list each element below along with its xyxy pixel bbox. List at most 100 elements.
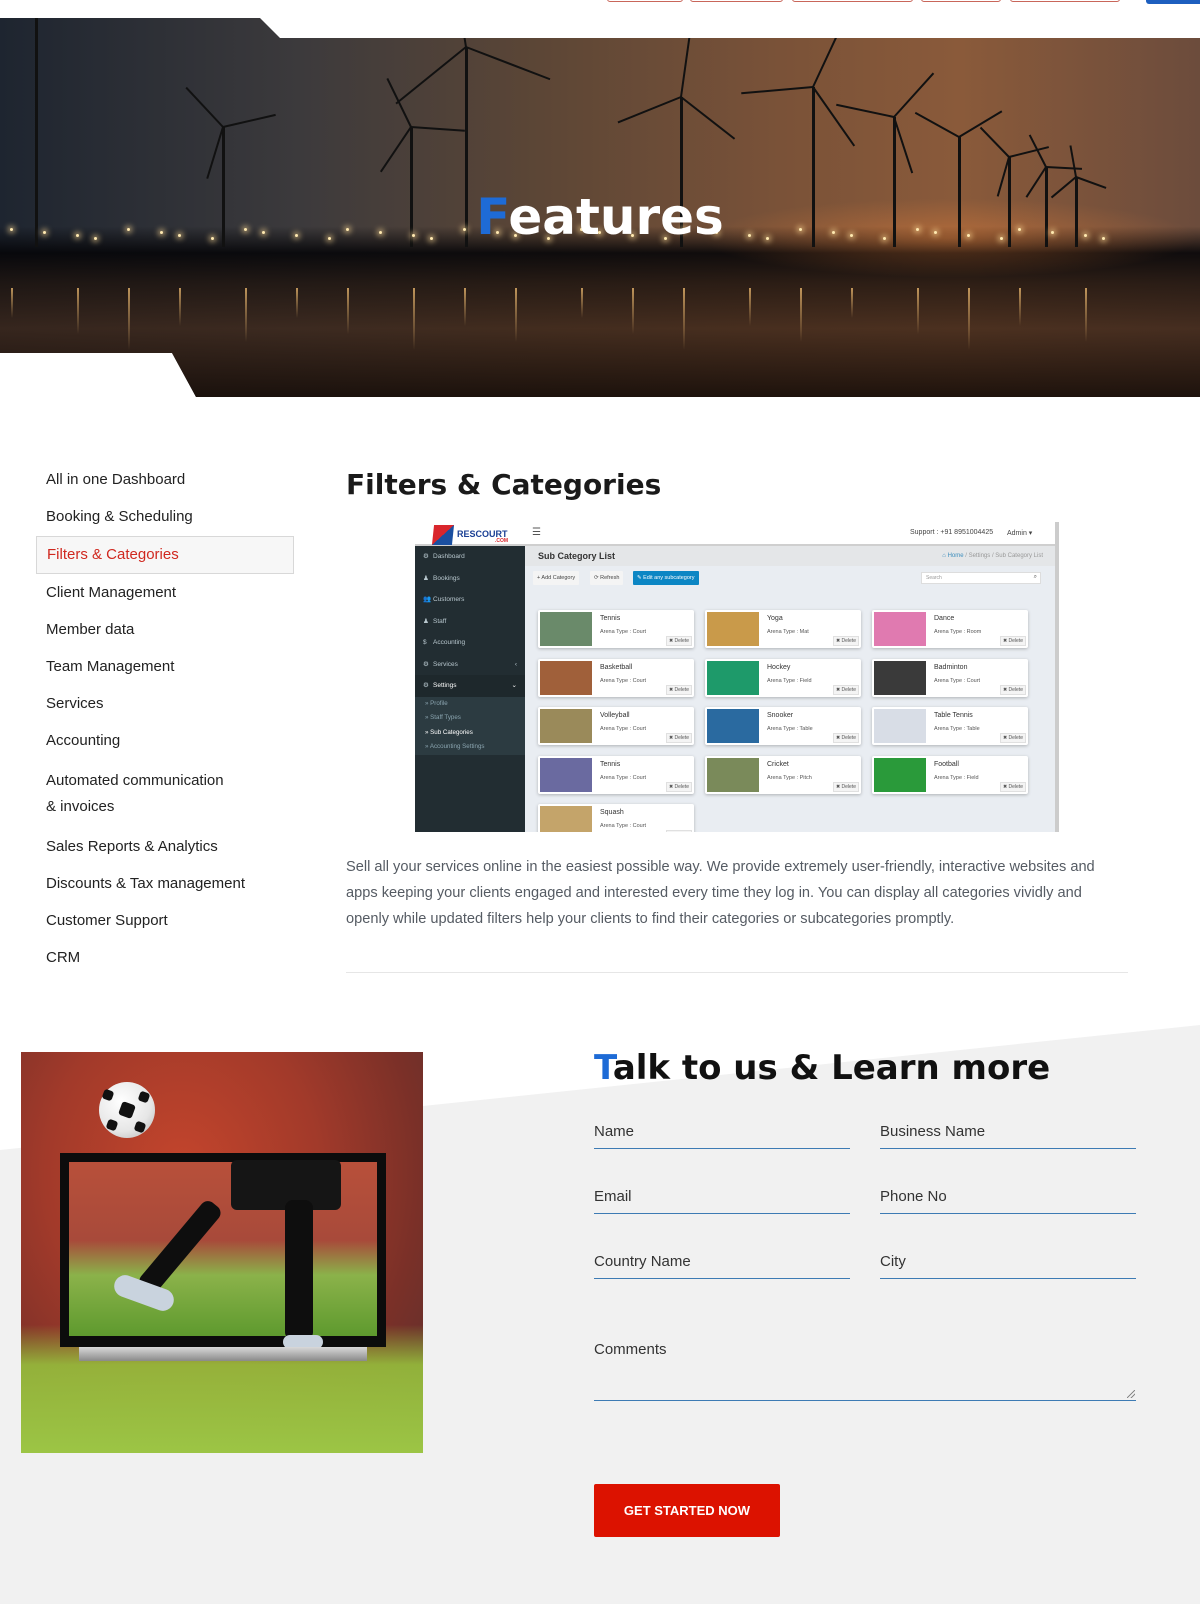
category-name: Football xyxy=(934,760,959,768)
category-name: Squash xyxy=(600,809,624,816)
app-content: Sub Category List ⌂ Home / Settings / Su… xyxy=(525,546,1055,832)
delete-button: ✖ Delete xyxy=(665,781,692,792)
nav-button[interactable] xyxy=(607,0,683,2)
app-nav-icon: ⚙ xyxy=(423,682,429,689)
features-sidebar: All in one Dashboard Booking & Scheduling… xyxy=(36,462,294,977)
nav-button[interactable] xyxy=(1010,0,1120,2)
category-thumbnail xyxy=(540,806,592,832)
comments-textarea[interactable] xyxy=(594,1341,1136,1399)
category-thumbnail xyxy=(707,709,759,743)
chevron-icon: ⌄ xyxy=(511,682,517,689)
category-thumbnail xyxy=(707,660,759,695)
light-reflection xyxy=(179,288,181,326)
category-card: Basketball Arena Type : Court ✖ Delete xyxy=(538,658,694,697)
app-subnav-profile: » Profile xyxy=(415,697,525,712)
contact-title-rest: alk to us & Learn more xyxy=(612,1048,1051,1088)
business-name-input[interactable] xyxy=(880,1115,1136,1147)
nav-button[interactable] xyxy=(690,0,783,2)
app-subnav-staff-types: » Staff Types xyxy=(415,711,525,726)
arena-type: Arena Type : Court xyxy=(600,677,647,684)
category-card: Dance Arena Type : Room ✖ Delete xyxy=(872,610,1028,648)
category-card: Tennis Arena Type : Court ✖ Delete xyxy=(538,755,694,794)
sidebar-item-sales-reports-analytics[interactable]: Sales Reports & Analytics xyxy=(36,829,294,865)
app-nav-icon: ♟ xyxy=(423,574,429,582)
category-thumbnail xyxy=(707,612,759,646)
category-card: Yoga Arena Type : Mat ✖ Delete xyxy=(705,610,861,648)
sidebar-item-member-data[interactable]: Member data xyxy=(36,612,294,648)
sidebar-item-booking-scheduling[interactable]: Booking & Scheduling xyxy=(36,499,294,535)
email-input[interactable] xyxy=(594,1180,850,1212)
arena-type: Arena Type : Court xyxy=(600,823,647,829)
settings-submenu: » Profile» Staff Types» Sub Categories» … xyxy=(415,696,525,755)
resize-handle-icon[interactable] xyxy=(1127,1390,1135,1398)
sidebar-item-filters-categories[interactable]: Filters & Categories xyxy=(36,536,294,574)
arena-type: Arena Type : Court xyxy=(934,677,981,684)
app-sidebar: ⚙ Dashboard ♟ Bookings 👥 Customers ♟ Staff $ Acco… xyxy=(415,546,525,832)
arena-type: Arena Type : Field xyxy=(767,677,812,684)
nav-button[interactable] xyxy=(921,0,1001,2)
light-reflection xyxy=(464,288,466,326)
get-started-button[interactable]: GET STARTED NOW xyxy=(594,1484,780,1537)
chevron-icon: ‹ xyxy=(514,660,517,668)
arena-type: Arena Type : Field xyxy=(934,774,979,781)
category-card: Squash Arena Type : Court ✖ Delete xyxy=(538,804,694,832)
category-thumbnail xyxy=(874,660,926,695)
section-description: Sell all your services online in the eas… xyxy=(346,859,1095,927)
delete-button: ✖ Delete xyxy=(832,781,859,792)
category-card: Badminton Arena Type : Court ✖ Delete xyxy=(872,658,1028,697)
app-breadcrumb: ⌂ Home / Settings / Sub Category List xyxy=(942,553,1043,559)
light-reflection xyxy=(800,288,802,342)
arena-type: Arena Type : Room xyxy=(934,629,982,635)
add-category-button: + Add Category xyxy=(533,571,580,585)
phone-field-wrap xyxy=(880,1180,1136,1214)
app-nav-icon: ♟ xyxy=(423,617,429,625)
city-input[interactable] xyxy=(880,1245,1136,1277)
delete-button: ✖ Delete xyxy=(999,733,1026,743)
light-reflection xyxy=(968,288,970,350)
section-title: Filters & Categories xyxy=(346,468,662,501)
delete-button: ✖ Delete xyxy=(999,781,1026,792)
light-reflection xyxy=(683,288,685,350)
category-thumbnail xyxy=(874,709,926,743)
nav-cta-button[interactable] xyxy=(1146,0,1200,4)
light-reflection xyxy=(515,288,517,342)
delete-button: ✖ Delete xyxy=(665,636,692,646)
sidebar-item-crm[interactable]: CRM xyxy=(36,940,294,976)
category-name: Tennis xyxy=(600,615,621,622)
app-subnav-label: Sub Categories xyxy=(430,728,473,736)
sidebar-item-customer-support[interactable]: Customer Support xyxy=(36,903,294,939)
app-subnav-label: Profile xyxy=(430,699,448,707)
sidebar-item-accounting[interactable]: Accounting xyxy=(36,723,294,759)
business-name-field-wrap xyxy=(880,1115,1136,1149)
sidebar-item-services[interactable]: Services xyxy=(36,686,294,722)
app-screenshot: RESCOURT .COM ☰ Support : +91 8951004425… xyxy=(415,522,1059,832)
sidebar-item-client-management[interactable]: Client Management xyxy=(36,575,294,611)
app-content-header: Sub Category List ⌂ Home / Settings / Su… xyxy=(525,546,1055,566)
category-thumbnail xyxy=(540,709,592,743)
category-name: Table Tennis xyxy=(934,712,973,719)
arena-type: Arena Type : Pitch xyxy=(767,774,812,781)
nav-button[interactable] xyxy=(792,0,913,2)
country-input[interactable] xyxy=(594,1245,850,1277)
category-name: Cricket xyxy=(767,760,789,768)
name-input[interactable] xyxy=(594,1115,850,1147)
city-field-wrap xyxy=(880,1245,1136,1279)
delete-button: ✖ Delete xyxy=(665,684,692,695)
delete-button: ✖ Delete xyxy=(832,684,859,695)
sidebar-item-team-management[interactable]: Team Management xyxy=(36,649,294,685)
sidebar-item-discounts-tax-management[interactable]: Discounts & Tax management xyxy=(36,866,294,902)
arena-type: Arena Type : Court xyxy=(600,774,647,781)
app-nav-accounting: $ Accounting xyxy=(415,632,525,654)
crumb-current: Sub Category List xyxy=(995,553,1043,559)
phone-input[interactable] xyxy=(880,1180,1136,1212)
player-leg xyxy=(285,1200,313,1340)
edit-subcategory-button: ✎ Edit any subcategory xyxy=(633,571,699,585)
app-nav-label: Bookings xyxy=(433,574,460,582)
crumb-home: Home xyxy=(947,553,964,559)
sidebar-item-automated-communication-invoices[interactable]: Automated communication & invoices xyxy=(36,760,246,828)
light-reflection xyxy=(245,288,247,342)
arena-type: Arena Type : Mat xyxy=(767,629,809,635)
category-thumbnail xyxy=(707,757,759,792)
logo-suffix: .COM xyxy=(495,538,509,544)
sidebar-item-all-in-one-dashboard[interactable]: All in one Dashboard xyxy=(36,462,294,498)
